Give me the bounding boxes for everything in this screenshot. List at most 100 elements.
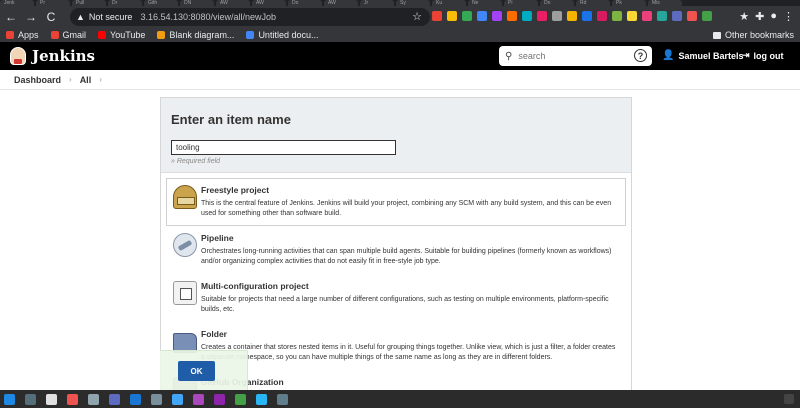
taskbar-app-icon[interactable] <box>88 393 99 405</box>
multi-configuration-icon <box>173 281 197 305</box>
breadcrumb-dashboard[interactable]: Dashboard <box>14 75 61 85</box>
extension-icon[interactable] <box>522 11 532 21</box>
item-type-description: Orchestrates long-running activities tha… <box>201 248 612 265</box>
extension-icon[interactable] <box>462 11 472 21</box>
bookmark-item[interactable]: YouTube <box>98 30 145 40</box>
folder-icon <box>712 31 721 39</box>
jenkins-title: Jenkins <box>32 47 95 65</box>
taskbar-app-icon[interactable] <box>256 393 267 405</box>
extension-icon[interactable] <box>537 11 547 21</box>
item-type-name: Freestyle project <box>201 185 270 195</box>
breadcrumb-separator[interactable]: › <box>99 75 102 84</box>
bookmark-item[interactable]: Untitled docu... <box>246 30 318 40</box>
back-icon[interactable]: ← <box>2 8 20 26</box>
extension-icon[interactable] <box>507 11 517 21</box>
bookmark-favicon-icon <box>98 31 107 39</box>
bookmark-favicon-icon <box>6 31 14 39</box>
item-type-multi-configuration[interactable]: Multi-configuration project Suitable for… <box>166 274 626 322</box>
extension-icon[interactable] <box>582 11 592 21</box>
search-box: ⚲ ? <box>499 46 652 66</box>
taskbar-app-icon[interactable] <box>235 393 246 405</box>
address-bar[interactable]: ▲ Not secure 3.16.54.130:8080/view/all/n… <box>70 8 430 26</box>
logout-label: log out <box>753 50 784 61</box>
extension-icon[interactable]: ✚ <box>755 10 764 23</box>
extension-icon[interactable] <box>567 11 577 21</box>
extension-icon[interactable] <box>597 11 607 21</box>
extension-icon[interactable] <box>432 11 442 21</box>
help-icon[interactable]: ? <box>634 49 647 62</box>
bookmark-label: Apps <box>18 30 39 40</box>
item-type-name: Multi-configuration project <box>201 281 309 291</box>
reload-icon[interactable]: C <box>42 8 60 26</box>
user-link[interactable]: 👤 Samuel Bartels <box>662 50 743 61</box>
extension-icon[interactable] <box>687 11 697 21</box>
item-name-section: Enter an item name » Required field <box>161 98 631 173</box>
taskbar-app-icon[interactable] <box>67 393 78 405</box>
browser-toolbar: ← → C ▲ Not secure 3.16.54.130:8080/view… <box>0 6 800 28</box>
freestyle-project-icon <box>173 185 197 209</box>
taskbar-app-icon[interactable] <box>193 393 204 405</box>
logout-link[interactable]: ⇥ log out <box>742 50 784 61</box>
taskbar-app-icon[interactable] <box>109 393 120 405</box>
security-label[interactable]: Not secure <box>89 12 133 22</box>
jenkins-logo[interactable]: Jenkins <box>10 47 95 65</box>
bookmarks-bar: Apps Gmail YouTube Blank diagram... Untitled… <box>0 28 800 42</box>
taskbar-app-icon[interactable] <box>130 393 141 405</box>
extension-puzzle-icon[interactable]: ★ <box>739 10 749 23</box>
extension-icon[interactable] <box>642 11 652 21</box>
taskbar-app-icon[interactable] <box>151 393 162 405</box>
taskbar-app-icon[interactable] <box>214 393 225 405</box>
breadcrumb-all[interactable]: All <box>80 75 92 85</box>
bookmark-item[interactable]: Gmail <box>50 30 87 40</box>
pipeline-icon <box>173 233 197 257</box>
item-type-description: This is the central feature of Jenkins. … <box>201 200 612 217</box>
bookmark-item[interactable]: Apps <box>6 30 39 40</box>
other-bookmarks[interactable]: Other bookmarks <box>712 28 794 42</box>
item-type-name: Folder <box>201 329 227 339</box>
jenkins-header: Jenkins ⚲ ? 👤 Samuel Bartels ⇥ log out <box>0 42 800 70</box>
item-type-name: Pipeline <box>201 233 234 243</box>
search-icon: ⚲ <box>505 50 513 62</box>
bookmark-star-icon[interactable]: ☆ <box>412 10 422 23</box>
menu-icon[interactable]: ⋮ <box>783 10 794 23</box>
extension-icon[interactable] <box>627 11 637 21</box>
taskbar-app-icon[interactable] <box>4 393 15 405</box>
ok-button[interactable]: OK <box>178 361 215 381</box>
bookmark-label: Untitled docu... <box>258 30 319 40</box>
item-type-pipeline[interactable]: Pipeline Orchestrates long-running activ… <box>166 226 626 274</box>
breadcrumb-separator[interactable]: › <box>69 75 72 84</box>
extension-icon[interactable] <box>657 11 667 21</box>
breadcrumb: Dashboard › All › <box>0 70 800 90</box>
required-field-note: » Required field <box>171 158 221 165</box>
item-name-input[interactable] <box>171 140 396 155</box>
taskbar-app-icon[interactable] <box>46 393 57 405</box>
extension-icon[interactable] <box>702 11 712 21</box>
user-icon: 👤 <box>662 50 675 61</box>
item-type-freestyle[interactable]: Freestyle project This is the central fe… <box>166 178 626 226</box>
logout-icon: ⇥ <box>742 50 750 60</box>
extension-icon[interactable] <box>672 11 682 21</box>
bookmark-label: Gmail <box>62 30 87 40</box>
jenkins-butler-icon <box>10 47 26 65</box>
item-type-description: Creates a container that stores nested i… <box>201 344 616 361</box>
bookmark-favicon-icon <box>50 31 59 39</box>
warning-icon: ▲ <box>76 12 85 22</box>
extension-icon[interactable] <box>552 11 562 21</box>
item-type-name: GitHub Organization <box>201 377 284 387</box>
bookmark-item[interactable]: Blank diagram... <box>157 30 234 40</box>
extension-icon[interactable] <box>477 11 487 21</box>
extension-icon[interactable] <box>612 11 622 21</box>
profile-icon[interactable]: ● <box>770 10 777 23</box>
bookmark-label: Blank diagram... <box>169 30 235 40</box>
search-input[interactable] <box>518 51 619 61</box>
forward-icon[interactable]: → <box>22 8 40 26</box>
taskbar-app-icon[interactable] <box>172 393 183 405</box>
taskbar-app-icon[interactable] <box>25 393 36 405</box>
extension-icon[interactable] <box>492 11 502 21</box>
os-taskbar <box>0 390 800 408</box>
system-tray-icon[interactable] <box>784 394 794 404</box>
url-text[interactable]: 3.16.54.130:8080/view/all/newJob <box>140 12 276 22</box>
extension-icon[interactable] <box>447 11 457 21</box>
other-bookmarks-label: Other bookmarks <box>724 30 794 40</box>
taskbar-app-icon[interactable] <box>277 393 288 405</box>
